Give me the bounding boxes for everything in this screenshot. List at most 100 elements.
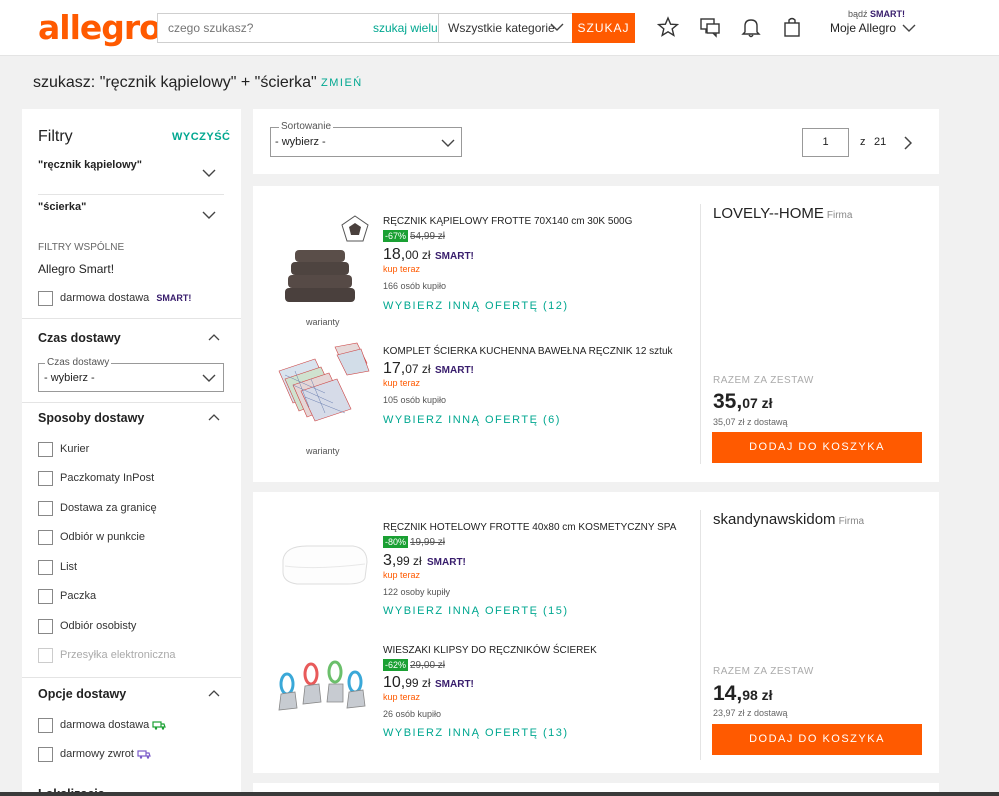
bell-icon[interactable]	[740, 16, 762, 38]
pickup-point-checkbox[interactable]	[38, 530, 53, 545]
search-query: szukasz: "ręcznik kąpielowy" + "ścierka"	[33, 74, 317, 91]
smart-label: SMART!	[870, 9, 906, 19]
sort-select-value: - wybierz -	[275, 136, 326, 148]
delivery-time-select[interactable]: Czas dostawy - wybierz -	[38, 357, 224, 392]
bought-count: 166 osób kupiło	[383, 281, 447, 291]
seller-name[interactable]: skandynawskidom Firma	[713, 511, 864, 528]
variant-thumbnail[interactable]	[340, 214, 370, 244]
chevron-down-icon[interactable]	[202, 168, 216, 178]
personal-pickup-label: Odbiór osobisty	[60, 620, 137, 632]
chevron-down-icon[interactable]	[202, 210, 216, 220]
chevron-down-icon	[902, 24, 916, 32]
my-allegro-label: Moje Allegro	[830, 21, 897, 35]
total-with-delivery: 23,97 zł z dostawą	[713, 708, 788, 718]
truck-icon	[152, 721, 167, 730]
pickup-point-label: Odbiór w punkcie	[60, 531, 145, 543]
parcel-checkbox[interactable]	[38, 589, 53, 604]
price: 10,99 zł	[383, 674, 431, 691]
clear-filters-link[interactable]: WYCZYŚĆ	[172, 131, 231, 143]
electronic-delivery-label: Przesyłka elektroniczna	[60, 649, 176, 661]
page-input[interactable]: 1	[802, 128, 849, 157]
product-title[interactable]: WIESZAKI KLIPSY DO RĘCZNIKÓW ŚCIEREK	[383, 645, 597, 656]
product-title[interactable]: RĘCZNIK KĄPIELOWY FROTTE 70X140 cm 30K 5…	[383, 216, 632, 227]
add-to-cart-button[interactable]: DODAJ DO KOSZYKA	[712, 432, 922, 463]
delivery-methods-heading[interactable]: Sposoby dostawy	[38, 411, 144, 425]
chevron-up-icon[interactable]	[208, 689, 220, 698]
allegro-logo[interactable]: allegro	[38, 8, 162, 47]
divider	[22, 318, 241, 319]
chevron-down-icon	[441, 139, 455, 147]
free-delivery-label: darmowa dostawa SMART!	[60, 292, 192, 304]
smart-prefix: bądź	[848, 9, 868, 19]
choose-other-offer-link[interactable]: WYBIERZ INNĄ OFERTĘ (15)	[383, 605, 569, 617]
smart-badge: SMART!	[435, 365, 474, 376]
bag-icon[interactable]	[781, 16, 803, 38]
search-input[interactable]	[158, 14, 368, 42]
divider	[38, 194, 224, 195]
product-title[interactable]: RĘCZNIK HOTELOWY FROTTE 40x80 cm KOSMETY…	[383, 522, 676, 533]
personal-pickup-checkbox[interactable]	[38, 619, 53, 634]
filters-sidebar: Filtry WYCZYŚĆ "ręcznik kąpielowy" "ście…	[22, 109, 241, 796]
buy-now-label: kup teraz	[383, 378, 421, 388]
discount-badge: -80%	[383, 536, 409, 548]
chat-icon[interactable]	[699, 16, 721, 38]
inpost-label: Paczkomaty InPost	[60, 472, 155, 484]
product-title[interactable]: KOMPLET ŚCIERKA KUCHENNA BAWEŁNA RĘCZNIK…	[383, 346, 673, 357]
bought-count: 26 osób kupiło	[383, 709, 442, 719]
seller-name[interactable]: LOVELY--HOME Firma	[713, 205, 852, 222]
choose-other-offer-link[interactable]: WYBIERZ INNĄ OFERTĘ (6)	[383, 414, 561, 426]
window-bottom-edge	[0, 792, 999, 796]
letter-label: List	[60, 561, 78, 573]
divider	[22, 677, 241, 678]
old-price: 54,99 zł	[410, 231, 446, 242]
sort-select-label: Sortowanie	[279, 121, 334, 132]
courier-checkbox[interactable]	[38, 442, 53, 457]
chevron-up-icon[interactable]	[208, 333, 220, 342]
chevron-right-icon[interactable]	[903, 136, 912, 150]
product-image[interactable]	[277, 540, 373, 586]
smart-badge: SMART!	[435, 251, 474, 262]
product-image[interactable]	[275, 341, 371, 423]
smart-promo[interactable]: bądź SMART!	[848, 9, 905, 19]
change-query-link[interactable]: ZMIEŃ	[321, 77, 363, 89]
electronic-delivery-checkbox[interactable]	[38, 648, 53, 663]
search-many-link[interactable]: szukaj wielu	[373, 21, 438, 35]
letter-checkbox[interactable]	[38, 560, 53, 575]
filters-title: Filtry	[38, 128, 73, 145]
search-button[interactable]: SZUKAJ	[572, 13, 635, 43]
page-of-label: z	[860, 136, 866, 148]
variants-label: warianty	[306, 446, 340, 456]
parcel-label: Paczka	[60, 590, 97, 602]
product-image[interactable]	[273, 660, 373, 716]
price: 17,07 zł	[383, 360, 431, 377]
my-allegro-menu[interactable]: Moje Allegro	[830, 21, 916, 35]
delivery-options-heading[interactable]: Opcje dostawy	[38, 687, 126, 701]
category-select-value: Wszystkie kategorie	[448, 21, 555, 35]
total-with-delivery: 35,07 zł z dostawą	[713, 417, 788, 427]
buy-now-label: kup teraz	[383, 570, 421, 580]
variants-label: warianty	[306, 317, 340, 327]
set-total-label: RAZEM ZA ZESTAW	[713, 666, 814, 677]
chevron-up-icon[interactable]	[208, 413, 220, 422]
add-to-cart-button[interactable]: DODAJ DO KOSZYKA	[712, 724, 922, 755]
old-price: 29,00 zł	[410, 660, 446, 671]
free-delivery-checkbox[interactable]	[38, 291, 53, 306]
free-return-checkbox[interactable]	[38, 747, 53, 762]
common-filters-heading: FILTRY WSPÓLNE	[38, 242, 125, 253]
choose-other-offer-link[interactable]: WYBIERZ INNĄ OFERTĘ (12)	[383, 300, 569, 312]
sort-select[interactable]: Sortowanie - wybierz -	[270, 121, 462, 157]
product-image[interactable]	[275, 238, 361, 310]
abroad-delivery-checkbox[interactable]	[38, 501, 53, 516]
star-icon[interactable]	[657, 16, 679, 38]
term-1[interactable]: "ręcznik kąpielowy"	[38, 159, 142, 171]
divider	[22, 402, 241, 403]
term-2[interactable]: "ścierka"	[38, 201, 86, 213]
free-delivery-option-checkbox[interactable]	[38, 718, 53, 733]
set-total-price: 35,07 zł	[713, 390, 773, 413]
set-total-label: RAZEM ZA ZESTAW	[713, 375, 814, 386]
free-delivery-option-label: darmowa dostawa	[60, 719, 167, 731]
delivery-time-heading[interactable]: Czas dostawy	[38, 331, 121, 345]
choose-other-offer-link[interactable]: WYBIERZ INNĄ OFERTĘ (13)	[383, 727, 569, 739]
category-select[interactable]: Wszystkie kategorie	[438, 14, 572, 42]
inpost-checkbox[interactable]	[38, 471, 53, 486]
